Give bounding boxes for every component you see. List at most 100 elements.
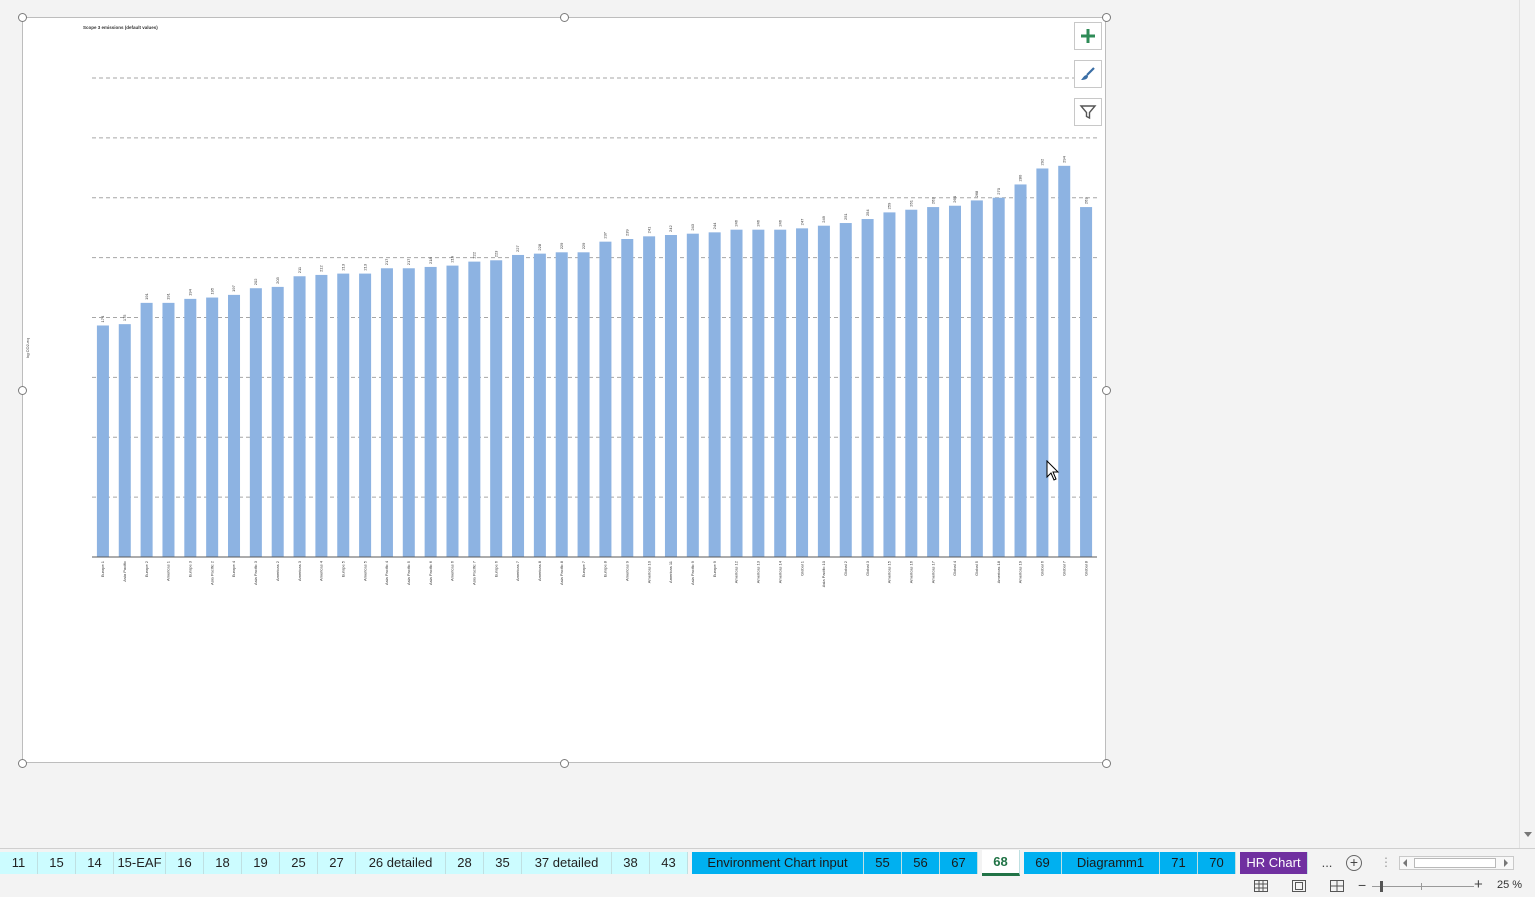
resize-handle-bottom-right[interactable]: [1102, 759, 1111, 768]
bar[interactable]: [796, 228, 809, 557]
bar[interactable]: [752, 229, 765, 557]
sheet-tab[interactable]: 28: [446, 852, 484, 874]
add-sheet-button[interactable]: +: [1346, 855, 1362, 871]
bar[interactable]: [643, 236, 656, 557]
sheet-tab[interactable]: 67: [940, 852, 978, 874]
sheet-tab[interactable]: 16: [166, 852, 204, 874]
bar[interactable]: [162, 302, 175, 557]
bar[interactable]: [118, 324, 131, 557]
bar[interactable]: [1058, 165, 1071, 558]
bar[interactable]: [599, 241, 612, 558]
bar[interactable]: [861, 219, 874, 558]
resize-handle-top-center[interactable]: [560, 13, 569, 22]
bar[interactable]: [621, 238, 634, 557]
zoom-in-button[interactable]: +: [1474, 876, 1483, 893]
sheet-tab[interactable]: 37 detailed: [522, 852, 612, 874]
bar[interactable]: [206, 297, 219, 557]
bar[interactable]: [512, 254, 525, 558]
bar[interactable]: [293, 276, 306, 557]
bar[interactable]: [380, 268, 393, 557]
bar[interactable]: [359, 273, 372, 557]
tab-split-handle[interactable]: ⋮: [1380, 855, 1392, 869]
bar[interactable]: [468, 261, 481, 557]
zoom-slider[interactable]: [1372, 886, 1474, 887]
sheet-tab[interactable]: 27: [318, 852, 356, 874]
resize-handle-middle-right[interactable]: [1102, 386, 1111, 395]
sheet-tab[interactable]: 43: [650, 852, 688, 874]
bar[interactable]: [839, 223, 852, 557]
sheet-tab[interactable]: 26 detailed: [356, 852, 446, 874]
bar[interactable]: [337, 273, 350, 557]
bar[interactable]: [927, 207, 940, 557]
bar[interactable]: [774, 229, 787, 557]
bar[interactable]: [228, 294, 241, 557]
sheet-tab[interactable]: 55: [864, 852, 902, 874]
sheet-tab[interactable]: 68: [982, 850, 1020, 876]
bar[interactable]: [446, 265, 459, 557]
bar[interactable]: [1014, 184, 1027, 557]
sheet-tab[interactable]: 15-EAF: [114, 852, 166, 874]
sheet-tab[interactable]: HR Chart: [1240, 852, 1308, 874]
bar[interactable]: [315, 274, 328, 557]
page-break-preview-icon[interactable]: [1330, 880, 1344, 892]
bar[interactable]: [424, 266, 437, 557]
bar[interactable]: [730, 229, 743, 557]
scroll-right-arrow-icon[interactable]: [1504, 859, 1508, 867]
bar[interactable]: [490, 260, 503, 557]
bar[interactable]: [1036, 168, 1049, 557]
scroll-down-arrow-icon[interactable]: [1524, 832, 1532, 837]
bar[interactable]: [184, 298, 197, 557]
vertical-scrollbar[interactable]: [1519, 0, 1535, 848]
chart-area[interactable]: 174 175 191 191 194 195 197 202 203 211 212 213 213 2…: [22, 17, 1106, 763]
sheet-tab[interactable]: 35: [484, 852, 522, 874]
scrollbar-thumb[interactable]: [1414, 858, 1496, 868]
resize-handle-bottom-center[interactable]: [560, 759, 569, 768]
bar[interactable]: [533, 253, 546, 557]
zoom-level[interactable]: 25 %: [1497, 879, 1522, 891]
resize-handle-middle-left[interactable]: [18, 386, 27, 395]
bar[interactable]: [555, 252, 568, 557]
page-layout-view-icon[interactable]: [1292, 880, 1306, 892]
sheet-tab[interactable]: Environment Chart input: [692, 852, 864, 874]
bar[interactable]: [402, 268, 415, 557]
bar[interactable]: [817, 225, 830, 558]
normal-view-icon[interactable]: [1254, 880, 1268, 892]
bar[interactable]: [140, 302, 153, 557]
bar[interactable]: [970, 200, 983, 557]
resize-handle-top-right[interactable]: [1102, 13, 1111, 22]
chart-filters-button[interactable]: [1074, 98, 1102, 126]
chart-styles-button[interactable]: [1074, 60, 1102, 88]
resize-handle-bottom-left[interactable]: [18, 759, 27, 768]
horizontal-scrollbar[interactable]: [1399, 856, 1514, 870]
sheet-tab[interactable]: 14: [76, 852, 114, 874]
resize-handle-top-left[interactable]: [18, 13, 27, 22]
sheet-tab[interactable]: 56: [902, 852, 940, 874]
chart-elements-button[interactable]: [1074, 22, 1102, 50]
bar[interactable]: [577, 252, 590, 557]
sheet-tab[interactable]: 11: [0, 852, 38, 874]
sheet-tab[interactable]: 38: [612, 852, 650, 874]
bar[interactable]: [96, 325, 109, 557]
bar[interactable]: [708, 232, 721, 557]
sheet-tab[interactable]: 19: [242, 852, 280, 874]
sheet-tab[interactable]: 25: [280, 852, 318, 874]
bar[interactable]: [883, 212, 896, 557]
scroll-left-arrow-icon[interactable]: [1403, 859, 1407, 867]
zoom-slider-thumb[interactable]: [1380, 881, 1383, 892]
zoom-out-button[interactable]: −: [1358, 877, 1366, 893]
sheet-tab[interactable]: Diagramm1: [1062, 852, 1160, 874]
bar[interactable]: [992, 197, 1005, 557]
bar[interactable]: [948, 205, 961, 557]
bar[interactable]: [905, 209, 918, 557]
sheet-tab[interactable]: 69: [1024, 852, 1062, 874]
bar[interactable]: [1080, 207, 1093, 557]
bar[interactable]: [686, 233, 699, 558]
bar[interactable]: [249, 288, 262, 557]
sheet-tab[interactable]: 70: [1198, 852, 1236, 874]
bar[interactable]: [271, 286, 284, 557]
sheet-tab[interactable]: 71: [1160, 852, 1198, 874]
bar[interactable]: [664, 235, 677, 557]
sheet-tab[interactable]: 15: [38, 852, 76, 874]
sheet-tab[interactable]: 18: [204, 852, 242, 874]
more-tabs-button[interactable]: ...: [1318, 852, 1336, 874]
